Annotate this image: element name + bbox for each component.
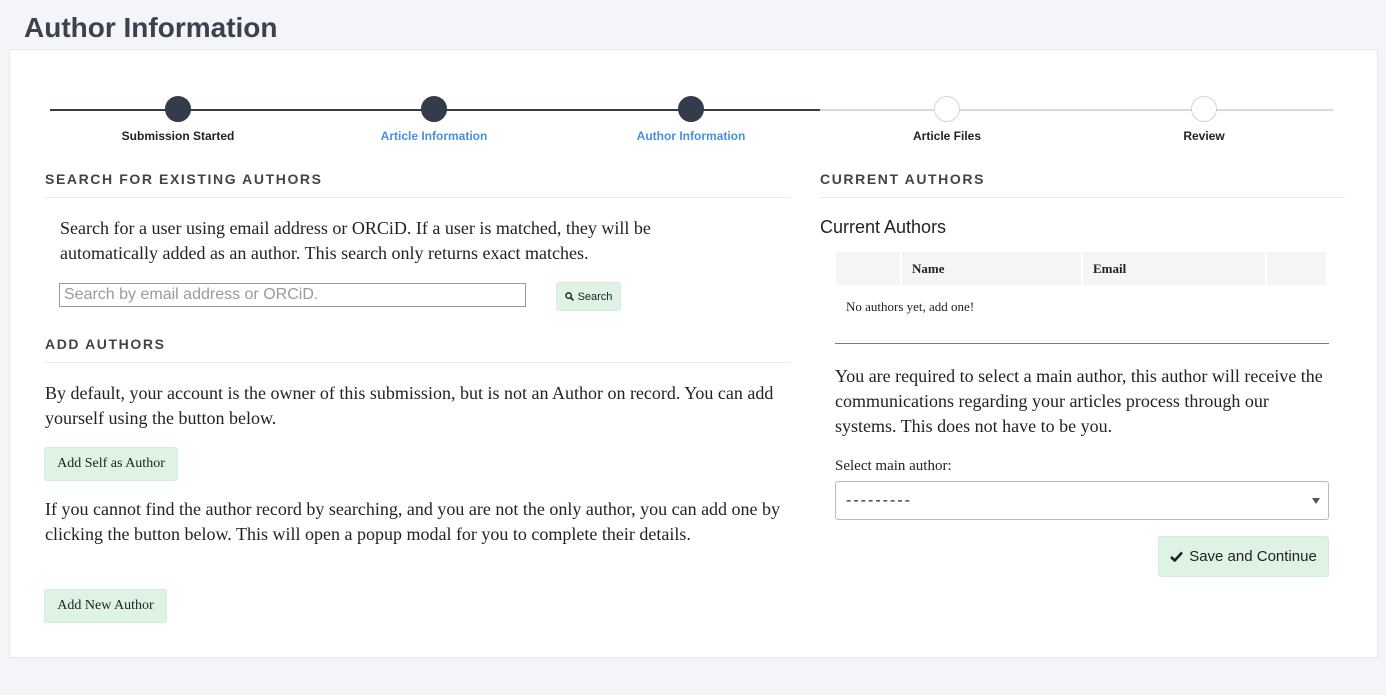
empty-authors-message: No authors yet, add one! [846,299,975,314]
add-new-author-button[interactable]: Add New Author [44,589,167,623]
current-authors-heading: CURRENT AUTHORS [820,171,1345,198]
step-dot [165,96,191,122]
add-authors-heading: ADD AUTHORS [45,336,790,363]
table-header-row: Name Email [836,252,1326,285]
step-label: Submission Started [121,129,235,143]
step-review: Review [1104,96,1304,143]
save-and-continue-button[interactable]: Save and Continue [1158,536,1329,577]
main-author-description: You are required to select a main author… [835,366,1323,436]
step-dot [421,96,447,122]
search-section-heading: SEARCH FOR EXISTING AUTHORS [45,171,790,198]
step-dot [934,96,960,122]
search-button[interactable]: Search [556,282,621,311]
step-submission-started: Submission Started [78,96,278,143]
chevron-down-icon [1312,498,1320,504]
current-authors-subtitle: Current Authors [820,217,947,237]
page-title: Author Information [24,12,278,43]
search-description: Search for a user using email address or… [60,218,651,263]
table-row: No authors yet, add one! [836,285,1326,315]
step-article-files: Article Files [847,96,1047,143]
save-button-label: Save and Continue [1189,548,1317,565]
search-button-label: Search [577,290,613,303]
column-header-name: Name [902,252,1083,285]
step-author-information[interactable]: Author Information [591,96,791,143]
step-label: Article Files [912,129,982,143]
step-dot [1191,96,1217,122]
main-card: Submission Started Article Information A… [9,49,1378,658]
authors-table: Name Email No authors yet, add one! [836,252,1326,315]
add-self-description: By default, your account is the owner of… [45,383,774,428]
progress-stepper: Submission Started Article Information A… [10,50,1377,150]
column-header-select [836,252,902,285]
step-label[interactable]: Article Information [334,129,534,143]
add-self-as-author-button[interactable]: Add Self as Author [44,447,178,481]
step-dot [678,96,704,122]
main-author-select[interactable]: --------- [835,481,1329,520]
column-header-email: Email [1083,252,1267,285]
select-main-author-label: Select main author: [835,458,952,474]
search-icon [564,292,574,301]
step-label: Review [1183,129,1225,143]
step-article-information[interactable]: Article Information [334,96,534,143]
search-input[interactable] [59,283,526,307]
main-author-select-value: --------- [846,491,912,509]
add-new-description: If you cannot find the author record by … [45,499,781,544]
check-icon [1170,551,1184,562]
column-header-actions [1267,252,1326,285]
step-label[interactable]: Author Information [591,129,791,143]
section-divider [835,343,1329,344]
